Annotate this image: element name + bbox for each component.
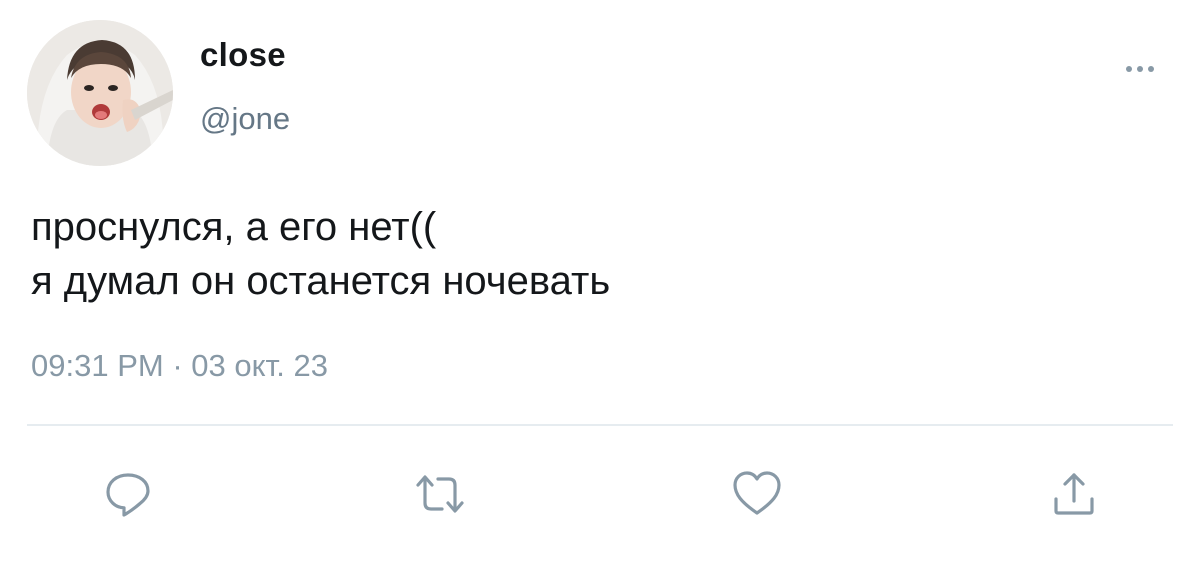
retweet-button[interactable] <box>410 466 470 522</box>
user-handle[interactable]: @jone <box>200 101 290 137</box>
tweet-time: 09:31 PM <box>31 348 164 383</box>
heart-icon <box>733 471 781 515</box>
share-button[interactable] <box>1044 466 1104 522</box>
more-options-icon-dot <box>1137 66 1143 72</box>
more-options-button[interactable] <box>1116 56 1164 82</box>
retweet-icon <box>416 475 464 513</box>
tweet-card: close @jone проснулся, а его нет(( я дум… <box>0 0 1200 561</box>
like-button[interactable] <box>727 466 787 522</box>
avatar-photo-icon <box>27 20 173 166</box>
tweet-date: 03 окт. 23 <box>191 348 328 383</box>
avatar[interactable] <box>27 20 173 166</box>
reply-button[interactable] <box>98 466 158 522</box>
divider <box>27 424 1173 426</box>
tweet-timestamp[interactable]: 09:31 PM · 03 окт. 23 <box>31 348 328 384</box>
display-name[interactable]: close <box>200 36 286 74</box>
tweet-text: проснулся, а его нет(( я думал он остане… <box>31 205 611 303</box>
more-options-icon <box>1126 66 1132 72</box>
more-options-icon-dot <box>1148 66 1154 72</box>
share-icon <box>1054 473 1094 515</box>
timestamp-separator: · <box>172 348 183 383</box>
reply-icon <box>106 473 150 517</box>
